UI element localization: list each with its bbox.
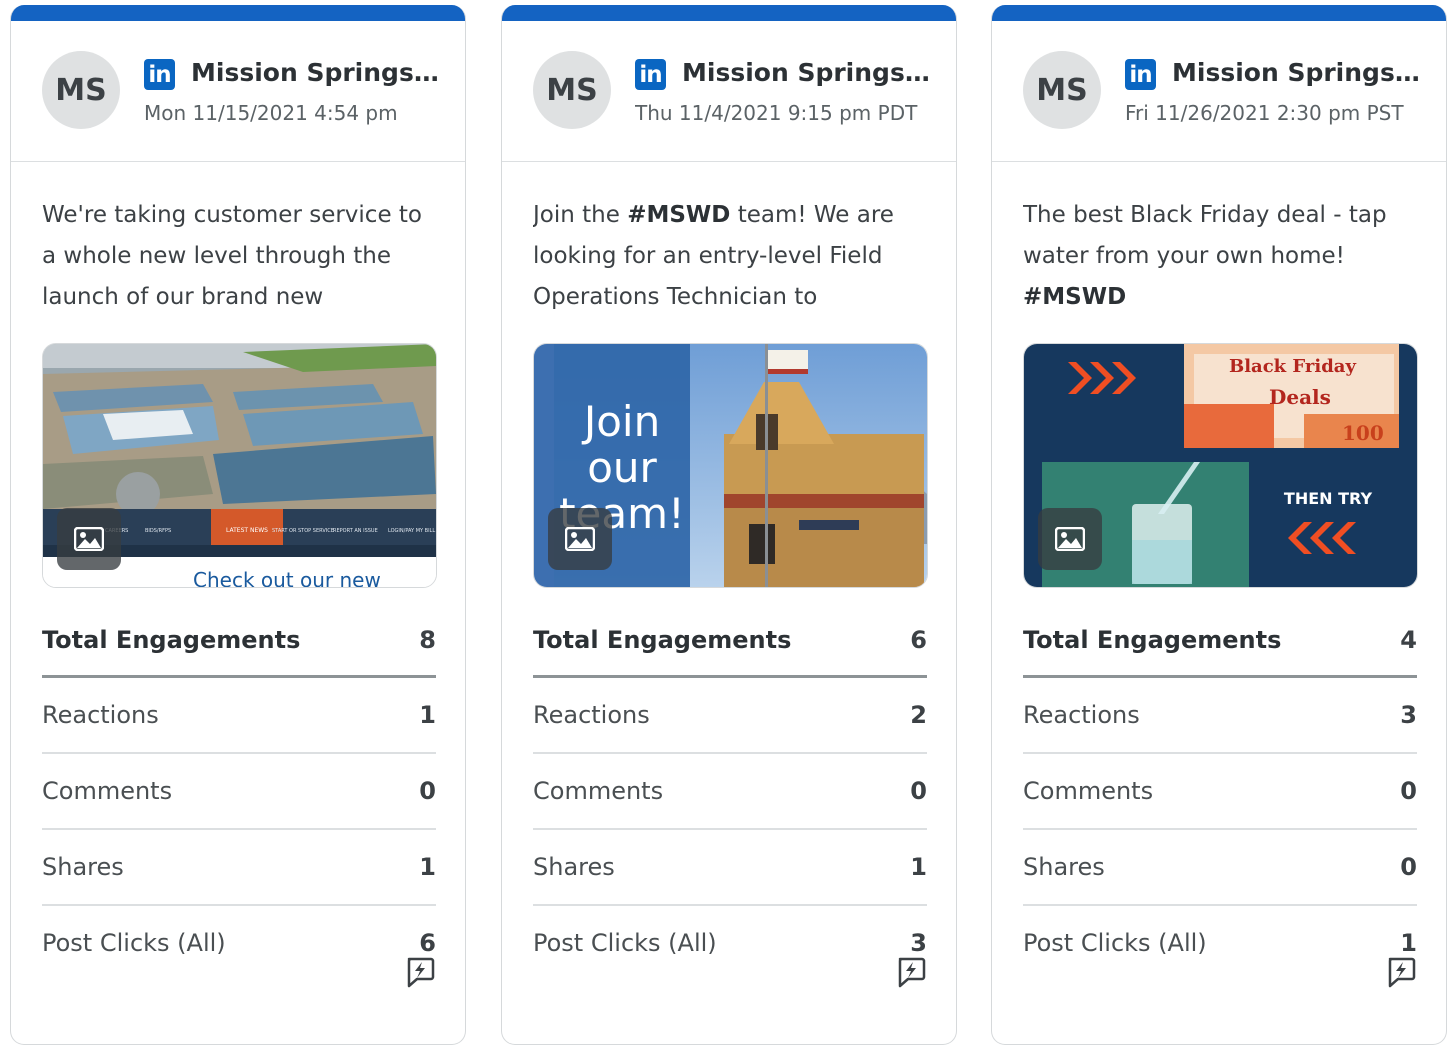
stat-row-shares: Shares 1 <box>533 830 927 906</box>
post-text: We're taking customer service to a whole… <box>42 195 437 320</box>
linkedin-icon: in <box>1125 59 1156 90</box>
stat-label: Reactions <box>42 701 159 729</box>
stat-value: 1 <box>1400 929 1417 957</box>
stat-value: 3 <box>1400 701 1417 729</box>
image-nav-bids: BIDS/RFPS <box>145 528 171 534</box>
stat-row-post-clicks: Post Clicks (All) 1 <box>1023 906 1417 980</box>
image-text-deals: Deals <box>1269 385 1331 409</box>
stat-value: 0 <box>1400 777 1417 805</box>
stat-row-total: Total Engagements 4 <box>1023 605 1417 678</box>
stat-value: 6 <box>419 929 436 957</box>
quick-action-bolt-icon[interactable] <box>405 955 435 989</box>
stat-label: Post Clicks (All) <box>42 929 226 957</box>
stat-label: Shares <box>533 853 615 881</box>
stat-value: 1 <box>419 701 436 729</box>
stat-value: 3 <box>910 929 927 957</box>
post-header: MS in Mission Springs Water District Mon… <box>11 21 465 162</box>
stat-row-reactions: Reactions 1 <box>42 678 436 754</box>
stat-value: 6 <box>910 626 927 654</box>
image-nav-login: LOGIN/PAY MY BILL <box>388 528 435 534</box>
stat-value: 2 <box>910 701 927 729</box>
stat-value: 1 <box>910 853 927 881</box>
stat-label: Post Clicks (All) <box>1023 929 1207 957</box>
image-nav-latest: LATEST NEWS <box>226 527 268 534</box>
stat-row-reactions: Reactions 2 <box>533 678 927 754</box>
post-image[interactable]: Join our team! <box>533 343 928 588</box>
avatar[interactable]: MS <box>533 51 611 129</box>
image-text-then-try: THEN TRY <box>1284 489 1373 508</box>
stat-row-post-clicks: Post Clicks (All) 6 <box>42 906 436 980</box>
image-icon <box>1055 527 1085 551</box>
image-icon <box>565 527 595 551</box>
stat-label: Total Engagements <box>533 626 792 654</box>
account-name[interactable]: Mission Springs Water District <box>1172 58 1422 87</box>
image-nav-report: REPORT AN ISSUE <box>333 528 378 534</box>
post-header: MS in Mission Springs Water District Thu… <box>502 21 956 162</box>
post-date: Mon 11/15/2021 4:54 pm <box>144 101 398 125</box>
account-name[interactable]: Mission Springs Water District <box>682 58 932 87</box>
image-type-badge <box>57 508 121 570</box>
post-date: Fri 11/26/2021 2:30 pm PST <box>1125 101 1404 125</box>
stat-label: Shares <box>42 853 124 881</box>
stat-label: Post Clicks (All) <box>533 929 717 957</box>
quick-action-bolt-icon[interactable] <box>896 955 926 989</box>
stat-value: 0 <box>419 777 436 805</box>
image-text-our: our <box>587 443 657 492</box>
image-text-join: Join <box>581 397 660 446</box>
linkedin-icon: in <box>144 59 175 90</box>
stat-row-total: Total Engagements 8 <box>42 605 436 678</box>
hashtag[interactable]: #MSWD <box>627 202 730 228</box>
post-card[interactable]: MS in Mission Springs Water District Fri… <box>991 5 1447 1045</box>
image-type-badge <box>1038 508 1102 570</box>
stat-value: 1 <box>419 853 436 881</box>
post-image[interactable]: Black Friday Deals 100 THEN TRY <box>1023 343 1418 588</box>
stat-row-post-clicks: Post Clicks (All) 3 <box>533 906 927 980</box>
post-text: The best Black Friday deal - tap water f… <box>1023 195 1418 320</box>
linkedin-icon: in <box>635 59 666 90</box>
engagement-stats: Total Engagements 4 Reactions 3 Comments… <box>1023 605 1417 980</box>
image-icon <box>74 527 104 551</box>
post-card[interactable]: MS in Mission Springs Water District Mon… <box>10 5 466 1045</box>
image-text-100: 100 <box>1342 421 1384 445</box>
stat-label: Comments <box>1023 777 1154 805</box>
stat-value: 0 <box>1400 853 1417 881</box>
engagement-stats: Total Engagements 6 Reactions 2 Comments… <box>533 605 927 980</box>
stat-row-reactions: Reactions 3 <box>1023 678 1417 754</box>
post-image[interactable]: LATEST NEWS BIDS/RFPS CAREERS START OR S… <box>42 343 437 588</box>
post-date: Thu 11/4/2021 9:15 pm PDT <box>635 101 918 125</box>
avatar[interactable]: MS <box>1023 51 1101 129</box>
image-nav-start-stop: START OR STOP SERVICE <box>272 528 334 534</box>
stat-label: Comments <box>533 777 664 805</box>
stat-label: Reactions <box>533 701 650 729</box>
avatar[interactable]: MS <box>42 51 120 129</box>
stat-label: Reactions <box>1023 701 1140 729</box>
stat-label: Total Engagements <box>1023 626 1282 654</box>
stat-row-total: Total Engagements 6 <box>533 605 927 678</box>
stat-row-comments: Comments 0 <box>1023 754 1417 830</box>
image-type-badge <box>548 508 612 570</box>
post-header: MS in Mission Springs Water District Fri… <box>992 21 1446 162</box>
post-text: Join the #MSWD team! We are looking for … <box>533 195 928 320</box>
stat-row-comments: Comments 0 <box>42 754 436 830</box>
engagement-stats: Total Engagements 8 Reactions 1 Comments… <box>42 605 436 980</box>
stat-row-shares: Shares 1 <box>42 830 436 906</box>
stat-label: Comments <box>42 777 173 805</box>
post-card[interactable]: MS in Mission Springs Water District Thu… <box>501 5 957 1045</box>
stat-row-comments: Comments 0 <box>533 754 927 830</box>
stat-label: Total Engagements <box>42 626 301 654</box>
account-name[interactable]: Mission Springs Water District <box>191 58 441 87</box>
stat-label: Shares <box>1023 853 1105 881</box>
stat-value: 4 <box>1400 626 1417 654</box>
quick-action-bolt-icon[interactable] <box>1386 955 1416 989</box>
stat-row-shares: Shares 0 <box>1023 830 1417 906</box>
stat-value: 8 <box>419 626 436 654</box>
image-text-black-friday: Black Friday <box>1229 356 1356 377</box>
stat-value: 0 <box>910 777 927 805</box>
image-caption: Check out our new <box>193 568 381 587</box>
hashtag[interactable]: #MSWD <box>1023 284 1126 310</box>
